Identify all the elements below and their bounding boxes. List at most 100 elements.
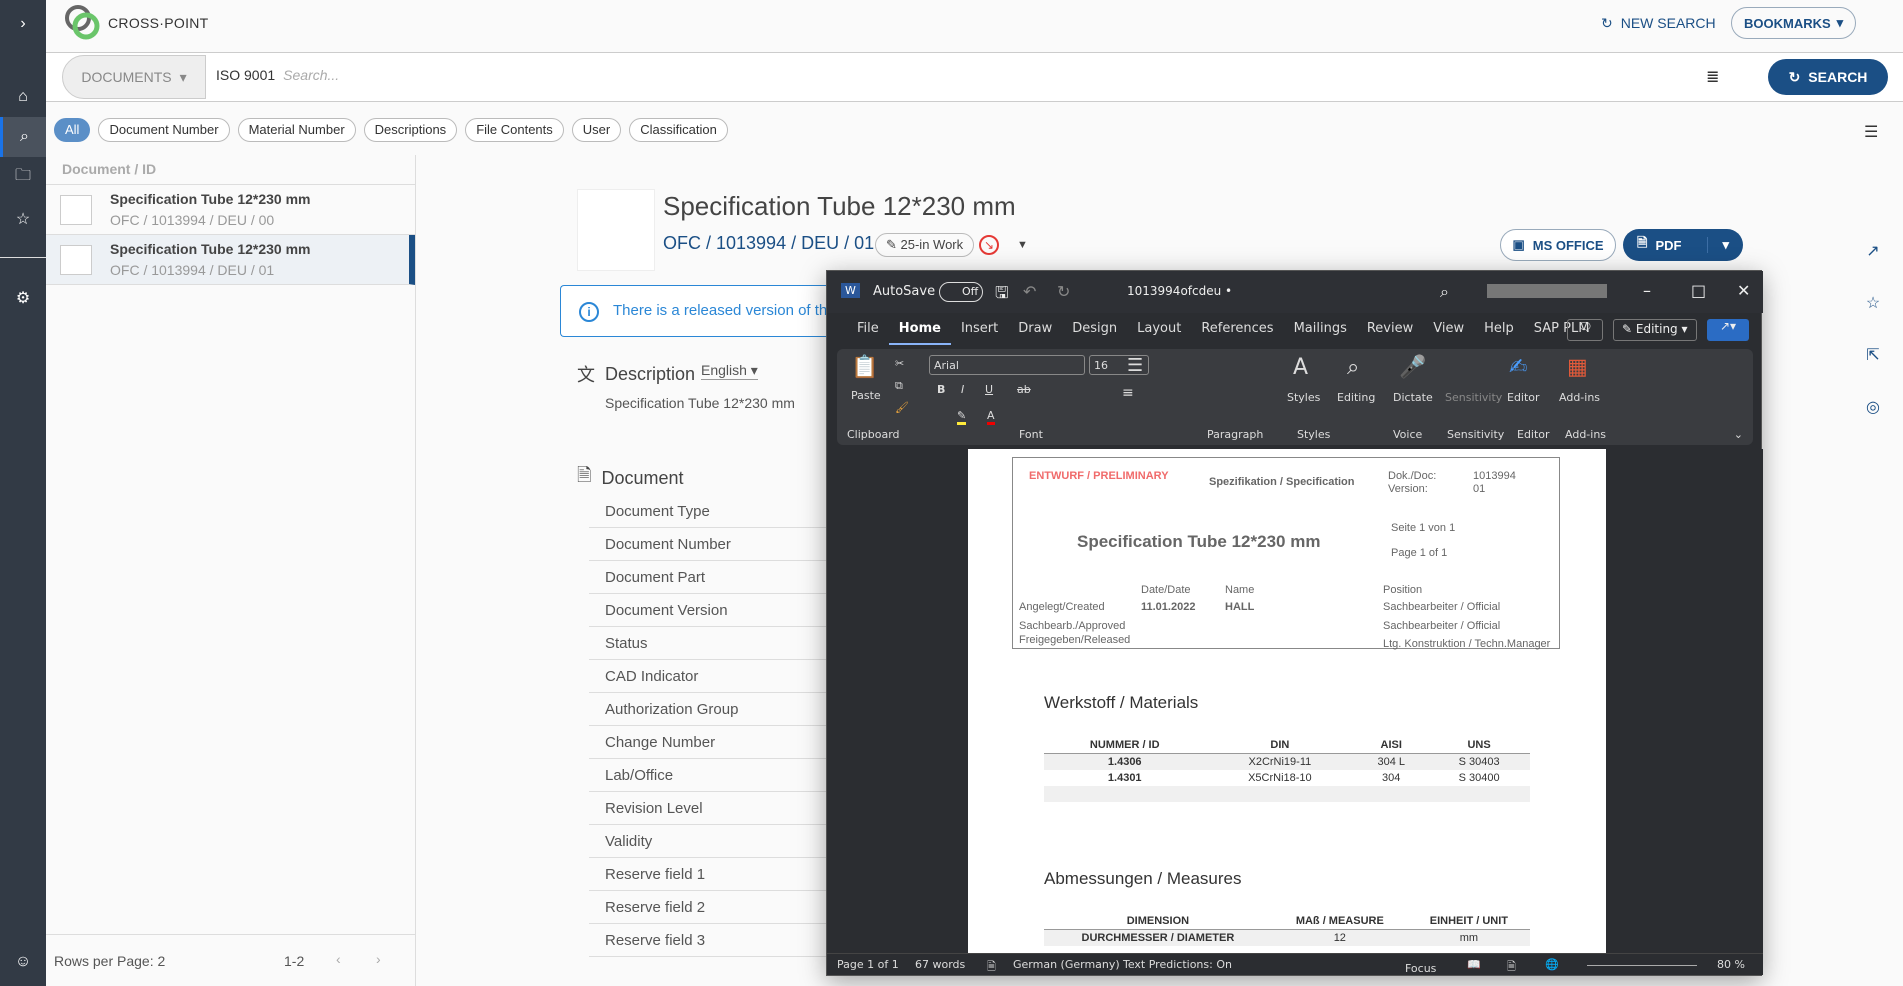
redo-icon[interactable]: ↻ [1057,282,1070,301]
gear-icon[interactable]: ⚙ [0,278,46,318]
strikethrough-icon[interactable]: ab [1017,383,1031,396]
expand-icon[interactable]: › [0,4,46,44]
star-icon[interactable]: ☆ [1853,277,1893,329]
chip-document-number[interactable]: Document Number [98,118,230,142]
tab-references[interactable]: References [1191,313,1283,345]
document-page[interactable]: ENTWURF / PRELIMINARY Spezifikation / Sp… [968,449,1606,957]
tab-layout[interactable]: Layout [1127,313,1191,345]
group-styles: Styles [1297,428,1331,441]
web-layout-icon[interactable]: 🌐 [1545,958,1559,971]
collapse-ribbon-icon[interactable]: ⌄ [1734,428,1743,441]
editor-button[interactable]: Editor [1507,391,1540,404]
proofing-icon[interactable]: 🗎 [987,958,996,977]
share-icon[interactable]: ↗ [1853,225,1893,277]
caret-down-icon[interactable]: ▾ [1707,237,1743,253]
chip-material-number[interactable]: Material Number [237,118,356,142]
comments-icon[interactable]: 🗨 [1567,319,1603,341]
align-left-icon[interactable]: ≡ [1122,385,1134,401]
caret-down-icon[interactable]: ▼ [1017,239,1028,251]
tab-draw[interactable]: Draw [1008,313,1062,345]
word-title-bar: W AutoSave Off 🖫 ↶ ↻ 1013994ofcdeu • ⌕ –… [827,271,1763,313]
autosave-toggle[interactable]: Off [939,282,983,302]
maximize-icon[interactable]: □ [1691,281,1706,300]
addins-button[interactable]: Add-ins [1559,391,1600,404]
language-dropdown[interactable]: English ▾ [701,362,758,380]
font-color-icon[interactable]: A [987,409,995,425]
editing-mode-button[interactable]: ✎ Editing ▾ [1613,319,1697,341]
next-page-icon[interactable]: › [376,951,381,967]
cut-icon[interactable]: ✂ [895,357,904,370]
save-icon[interactable]: 🖫 [995,282,1009,309]
watch-icon[interactable]: ◎ [1853,381,1893,433]
italic-icon[interactable]: I [961,383,964,396]
open-external-icon[interactable]: ⇱ [1853,329,1893,381]
scope-dropdown[interactable]: DOCUMENTS ▾ [62,55,206,99]
bullets-icon[interactable]: ☰ [1127,355,1143,376]
list-item[interactable]: Specification Tube 12*230 mm OFC / 10139… [46,185,415,235]
list-view-icon[interactable]: ☰ [1864,122,1878,142]
chip-user[interactable]: User [571,118,622,142]
editing-button[interactable]: Editing [1337,391,1375,404]
close-icon[interactable]: ✕ [1737,281,1750,300]
refresh-icon: ↻ [1601,14,1613,31]
prev-page-icon[interactable]: ‹ [336,951,341,967]
folder-icon[interactable]: 🗀 [0,157,46,197]
status-badge[interactable]: ✎ 25-in Work [875,233,975,257]
star-icon[interactable]: ☆ [0,199,46,239]
tab-review[interactable]: Review [1357,313,1423,345]
tab-insert[interactable]: Insert [951,313,1008,345]
read-mode-icon[interactable]: 📖 [1467,958,1481,971]
home-icon[interactable]: ⌂ [0,77,46,117]
styles-icon: A [1293,355,1309,380]
copy-icon[interactable]: ⧉ [895,379,903,393]
document-filename[interactable]: 1013994ofcdeu • [1127,284,1232,298]
new-search-button[interactable]: ↻ NEW SEARCH [1601,11,1716,35]
search-icon[interactable]: ⌕ [0,117,46,157]
document-preview-thumbnail[interactable] [577,189,655,271]
format-painter-icon[interactable]: 🖌 [895,401,909,414]
search-icon[interactable]: ⌕ [1440,282,1449,302]
search-button[interactable]: ↻ SEARCH [1768,59,1888,95]
sensitivity-button[interactable]: Sensitivity [1445,391,1502,404]
paste-button[interactable]: Paste [851,389,881,402]
user-icon[interactable]: ☺ [0,942,46,982]
font-family-select[interactable]: Arial [929,355,1085,375]
highlight-icon[interactable]: ✎ [957,409,967,425]
bookmarks-button[interactable]: BOOKMARKS ▾ [1731,7,1857,39]
table-cell: 304 [1382,772,1401,784]
ms-office-button[interactable]: ▣ MS OFFICE [1500,229,1616,261]
tab-mailings[interactable]: Mailings [1284,313,1357,345]
minimize-icon[interactable]: – [1643,281,1651,300]
description-text: Specification Tube 12*230 mm [605,395,795,411]
chip-classification[interactable]: Classification [629,118,728,142]
chip-descriptions[interactable]: Descriptions [363,118,458,142]
dictate-button[interactable]: Dictate [1393,391,1433,404]
pdf-button[interactable]: 🗎 PDF ▾ [1623,229,1743,261]
filter-icon[interactable]: ≣ [1706,67,1719,87]
user-account[interactable] [1487,284,1607,298]
tab-help[interactable]: Help [1474,313,1524,345]
language-status[interactable]: German (Germany) [1013,958,1120,971]
tab-view[interactable]: View [1423,313,1474,345]
tab-file[interactable]: File [847,313,889,345]
bold-icon[interactable]: B [937,383,945,396]
chip-all[interactable]: All [54,118,91,142]
tab-design[interactable]: Design [1062,313,1127,345]
zoom-level[interactable]: 80 % [1717,958,1745,971]
search-input[interactable]: ISO 9001 Search... [216,67,339,83]
word-count[interactable]: 67 words [915,958,965,971]
share-button[interactable]: ↗▾ [1707,319,1749,341]
addins-icon: ▦ [1567,355,1588,380]
text-predictions-status[interactable]: Text Predictions: On [1123,958,1232,971]
undo-icon[interactable]: ↶ [1023,282,1036,301]
rows-per-page[interactable]: Rows per Page: 2 [54,953,165,969]
print-layout-icon[interactable]: 🗎 [1507,958,1516,977]
status-change-icon[interactable]: ↘ [979,235,999,255]
underline-icon[interactable]: U [985,383,993,396]
zoom-slider[interactable] [1587,965,1697,966]
list-item[interactable]: Specification Tube 12*230 mm OFC / 10139… [46,235,415,285]
chip-file-contents[interactable]: File Contents [465,118,564,142]
measures-table: DIMENSION MAß / MEASURE EINHEIT / UNIT DURC… [1044,913,1530,946]
styles-button[interactable]: Styles [1287,391,1320,404]
tab-home[interactable]: Home [888,313,951,345]
